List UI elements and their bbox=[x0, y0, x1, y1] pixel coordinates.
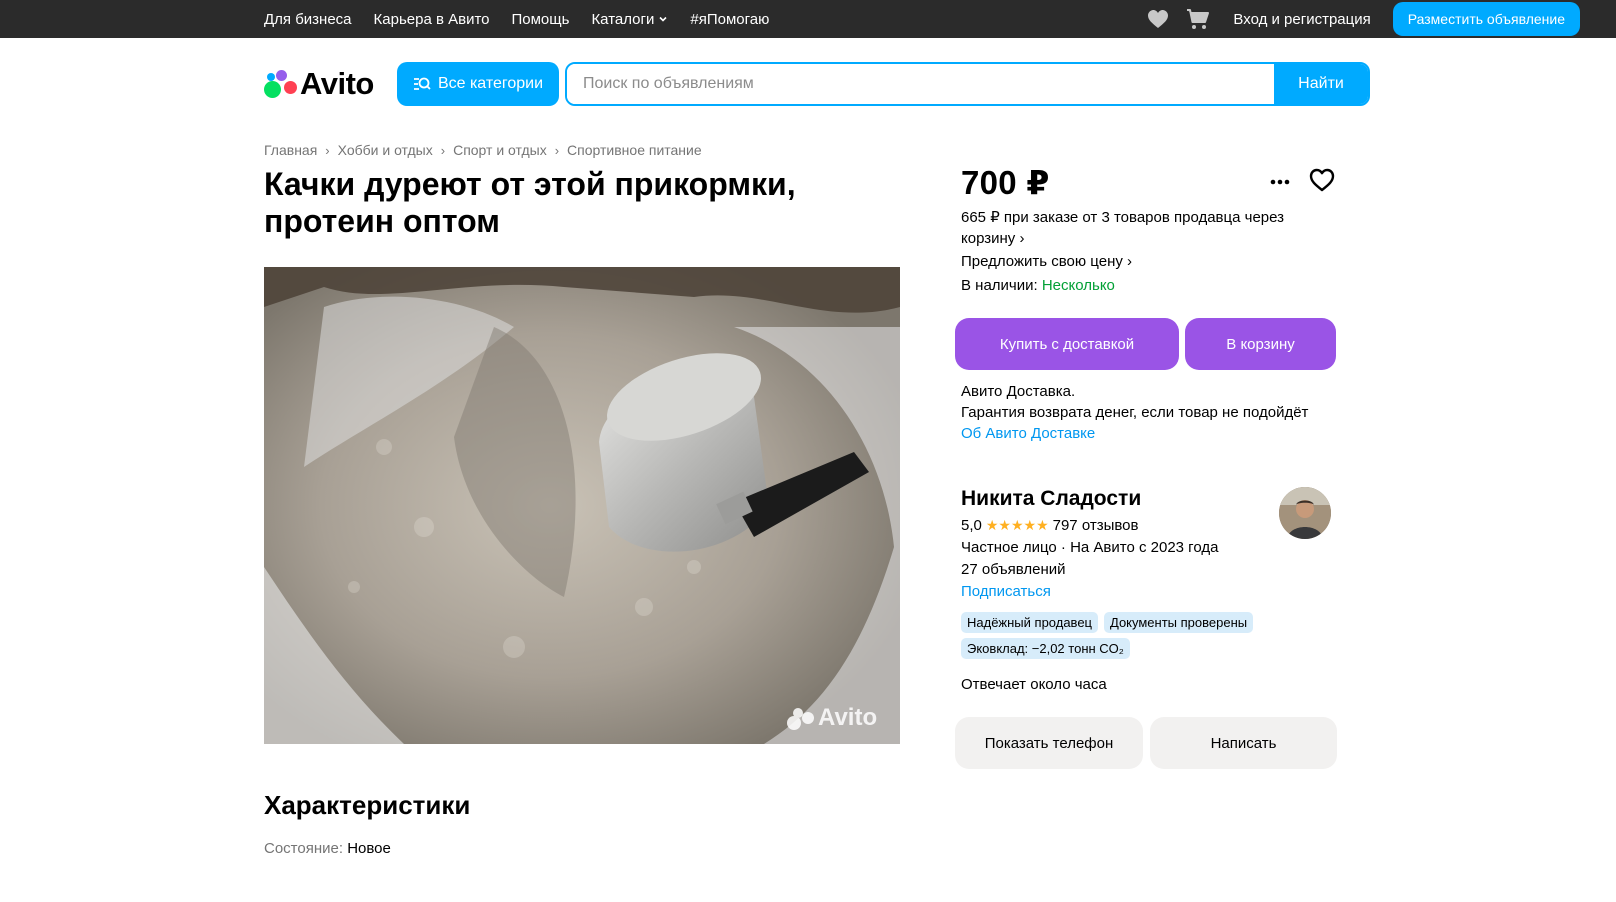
stock-status: В наличии: Несколько bbox=[961, 277, 1115, 294]
post-ad-button[interactable]: Разместить объявление bbox=[1392, 2, 1580, 36]
avito-logo[interactable]: Avito bbox=[264, 66, 374, 102]
avatar-image bbox=[1279, 487, 1331, 539]
listing-photo-image: Avito bbox=[264, 267, 900, 744]
logo-dots-icon bbox=[264, 70, 297, 98]
categories-search-icon bbox=[413, 77, 431, 90]
badge-eco-contribution[interactable]: Эковклад: −2,02 тонн CO₂ bbox=[961, 638, 1130, 659]
cart-icon[interactable] bbox=[1185, 6, 1211, 32]
cart-price-info[interactable]: 665 ₽ при заказе от 3 товаров продавца ч… bbox=[961, 207, 1321, 249]
favorite-heart-icon[interactable] bbox=[1308, 166, 1336, 194]
logo-text: Avito bbox=[300, 66, 374, 101]
stock-key: В наличии: bbox=[961, 277, 1038, 294]
breadcrumb-chevron-icon: › bbox=[554, 142, 560, 158]
chevron-right-icon: › bbox=[1127, 253, 1133, 270]
top-nav-catalogs[interactable]: Каталоги bbox=[591, 11, 668, 28]
seller-name[interactable]: Никита Сладости bbox=[961, 487, 1141, 511]
listing-photo[interactable]: Avito bbox=[264, 267, 900, 744]
cart-price-text: 665 ₽ при заказе от 3 товаров продавца ч… bbox=[961, 209, 1285, 247]
delivery-about-link[interactable]: Об Авито Доставке bbox=[961, 423, 1308, 444]
badge-reliable-seller[interactable]: Надёжный продавец bbox=[961, 612, 1098, 633]
top-right-actions: Вход и регистрация Разместить объявление bbox=[1145, 0, 1580, 38]
search-input[interactable] bbox=[567, 64, 1274, 104]
top-nav-help[interactable]: Помощь bbox=[512, 11, 570, 28]
seller-ads-count[interactable]: 27 объявлений bbox=[961, 561, 1066, 578]
chevron-down-icon bbox=[659, 16, 667, 22]
condition-value: Новое bbox=[347, 840, 391, 857]
breadcrumb-hobby[interactable]: Хобби и отдых bbox=[338, 142, 433, 158]
price: 700 ₽ bbox=[961, 164, 1050, 201]
all-categories-label: Все категории bbox=[437, 75, 544, 92]
more-options-icon[interactable] bbox=[1267, 172, 1293, 192]
svg-text:Avito: Avito bbox=[818, 704, 877, 731]
breadcrumb-chevron-icon: › bbox=[325, 142, 330, 158]
seller-rating[interactable]: 5,0 ★★★★★ 797 отзывов bbox=[961, 517, 1138, 534]
condition-key: Состояние: bbox=[264, 840, 344, 857]
search-button[interactable]: Найти bbox=[1274, 64, 1368, 104]
show-phone-button[interactable]: Показать телефон bbox=[955, 717, 1143, 769]
top-bar: Для бизнеса Карьера в Авито Помощь Катал… bbox=[0, 0, 1616, 38]
breadcrumb: Главная › Хобби и отдых › Спорт и отдых … bbox=[264, 142, 702, 158]
seller-badges: Надёжный продавец Документы проверены Эк… bbox=[961, 612, 1341, 659]
stock-value: Несколько bbox=[1041, 277, 1115, 294]
offer-price-link[interactable]: Предложить свою цену › bbox=[961, 253, 1132, 270]
breadcrumb-chevron-icon: › bbox=[440, 142, 446, 158]
offer-price-label: Предложить свою цену bbox=[961, 253, 1123, 270]
breadcrumb-sport[interactable]: Спорт и отдых bbox=[453, 142, 547, 158]
delivery-info: Авито Доставка. Гарантия возврата денег,… bbox=[961, 381, 1308, 444]
chevron-right-icon: › bbox=[1019, 230, 1025, 247]
seller-avatar[interactable] bbox=[1279, 487, 1331, 539]
characteristics-heading: Характеристики bbox=[264, 790, 471, 820]
delivery-line-2: Гарантия возврата денег, если товар не п… bbox=[961, 404, 1309, 421]
top-nav-business[interactable]: Для бизнеса bbox=[264, 11, 352, 28]
login-link[interactable]: Вход и регистрация bbox=[1233, 11, 1370, 28]
subscribe-link[interactable]: Подписаться bbox=[961, 583, 1051, 600]
response-time: Отвечает около часа bbox=[961, 676, 1107, 693]
buy-with-delivery-button[interactable]: Купить с доставкой bbox=[955, 318, 1179, 370]
top-nav-catalogs-label: Каталоги bbox=[591, 10, 655, 28]
top-nav-career[interactable]: Карьера в Авито bbox=[374, 11, 490, 28]
characteristic-condition: Состояние: Новое bbox=[264, 840, 391, 857]
breadcrumb-home[interactable]: Главная bbox=[264, 142, 317, 158]
badge-documents-verified[interactable]: Документы проверены bbox=[1104, 612, 1254, 633]
rating-value: 5,0 bbox=[961, 517, 982, 534]
top-nav: Для бизнеса Карьера в Авито Помощь Катал… bbox=[264, 0, 769, 38]
heart-icon[interactable] bbox=[1145, 6, 1171, 32]
seller-type: Частное лицо · На Авито с 2023 года bbox=[961, 539, 1219, 556]
all-categories-button[interactable]: Все категории bbox=[397, 62, 559, 106]
write-message-button[interactable]: Написать bbox=[1150, 717, 1337, 769]
breadcrumb-sport-nutrition[interactable]: Спортивное питание bbox=[567, 142, 702, 158]
listing-title: Качки дуреют от этой прикормки, протеин … bbox=[264, 166, 796, 239]
top-nav-ihelp[interactable]: #яПомогаю bbox=[690, 11, 769, 28]
reviews-count: 797 отзывов bbox=[1052, 517, 1139, 534]
add-to-cart-button[interactable]: В корзину bbox=[1185, 318, 1336, 370]
star-icons: ★★★★★ bbox=[985, 517, 1049, 533]
search-bar: Найти bbox=[565, 62, 1370, 106]
delivery-line-1: Авито Доставка. bbox=[961, 383, 1076, 400]
